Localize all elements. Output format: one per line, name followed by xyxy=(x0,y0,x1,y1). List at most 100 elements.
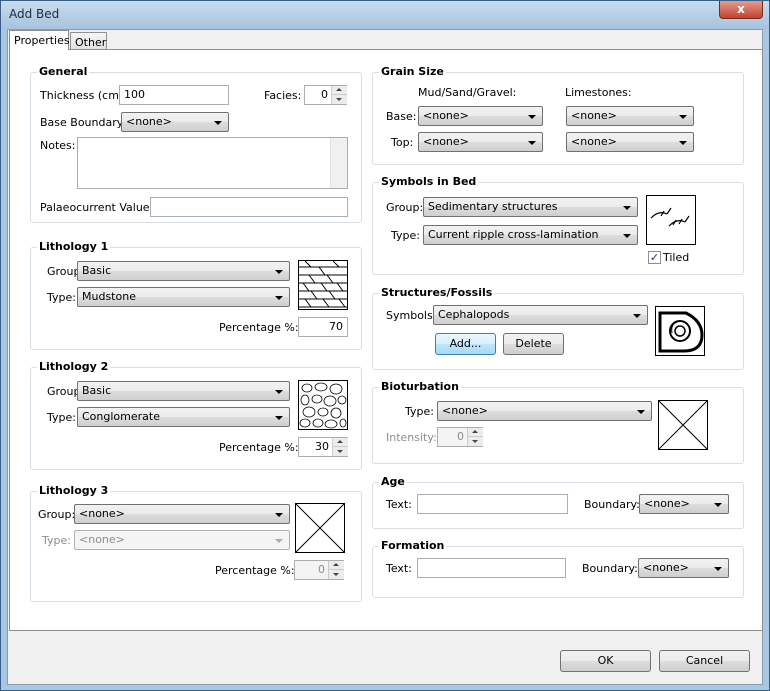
symbols-group-value: Sedimentary structures xyxy=(428,200,558,213)
grain-base-mud-dropdown[interactable]: <none> xyxy=(418,106,543,126)
symbols-group: Symbols in Bed Group: Sedimentary struct… xyxy=(372,175,744,275)
chevron-down-icon xyxy=(528,141,536,145)
lithology2-type-dropdown[interactable]: Conglomerate xyxy=(77,407,290,427)
tab-properties[interactable]: Properties xyxy=(9,30,70,50)
window-title: Add Bed xyxy=(9,7,60,21)
facies-value: 0 xyxy=(321,88,328,101)
lithology1-group: Lithology 1 Group: Basic Type: Mudstone … xyxy=(30,240,362,350)
facies-stepper[interactable]: 0 xyxy=(304,85,347,105)
grain-base-label: Base: xyxy=(386,110,417,123)
chevron-down-icon xyxy=(275,416,283,420)
cancel-button[interactable]: Cancel xyxy=(659,650,750,672)
notes-label: Notes: xyxy=(40,139,76,152)
age-boundary-value: <none> xyxy=(644,497,690,510)
facies-down-icon[interactable] xyxy=(332,95,347,104)
palaeocurrent-input[interactable] xyxy=(150,197,348,217)
lithology1-percentage-label: Percentage %: xyxy=(219,321,299,334)
grain-top-lime-dropdown[interactable]: <none> xyxy=(566,132,694,152)
grain-size-title: Grain Size xyxy=(379,65,446,78)
lithology1-type-value: Mudstone xyxy=(82,290,136,303)
notes-scrollbar[interactable] xyxy=(330,138,347,188)
chevron-down-icon xyxy=(623,234,631,238)
symbols-title: Symbols in Bed xyxy=(379,175,479,188)
lithology1-group-dropdown[interactable]: Basic xyxy=(77,261,290,281)
lithology2-down-icon[interactable] xyxy=(333,447,348,456)
lithology3-group-label: Group: xyxy=(38,508,76,521)
lithology3-percentage-stepper[interactable]: 0 xyxy=(294,560,344,580)
bioturbation-type-dropdown[interactable]: <none> xyxy=(437,401,652,421)
lithology2-group-dropdown[interactable]: Basic xyxy=(77,381,290,401)
limestones-header: Limestones: xyxy=(565,86,632,99)
symbols-type-dropdown[interactable]: Current ripple cross-lamination xyxy=(423,225,638,245)
lithology3-type-label: Type: xyxy=(42,534,71,547)
chevron-down-icon xyxy=(623,206,631,210)
add-structure-button[interactable]: Add... xyxy=(435,333,496,355)
lithology3-group-dropdown[interactable]: <none> xyxy=(74,504,290,524)
base-boundary-dropdown[interactable]: <none> xyxy=(121,112,229,132)
lithology1-percentage-input[interactable]: 70 xyxy=(298,317,348,337)
thickness-label: Thickness (cm): xyxy=(40,89,127,102)
age-text-input[interactable] xyxy=(417,494,568,514)
cephalopod-icon xyxy=(655,306,705,356)
tab-other[interactable]: Other xyxy=(70,32,107,50)
grain-top-label: Top: xyxy=(391,136,414,149)
ok-button[interactable]: OK xyxy=(560,650,651,672)
grain-size-group: Grain Size Mud/Sand/Gravel: Limestones: … xyxy=(372,65,744,165)
title-bar[interactable]: Add Bed x xyxy=(1,1,769,29)
structures-group: Structures/Fossils Symbols: Cephalopods … xyxy=(372,286,744,370)
lithology3-percentage-label: Percentage %: xyxy=(215,564,295,577)
formation-boundary-label: Boundary: xyxy=(582,562,638,575)
lithology1-type-dropdown[interactable]: Mudstone xyxy=(77,287,290,307)
symbols-group-dropdown[interactable]: Sedimentary structures xyxy=(423,197,638,217)
formation-text-input[interactable] xyxy=(417,558,566,578)
structures-symbols-value: Cephalopods xyxy=(438,308,510,321)
palaeocurrent-label: Palaeocurrent Values: xyxy=(40,201,159,214)
conglomerate-pattern-icon xyxy=(298,380,348,430)
lithology2-percentage-stepper[interactable]: 30 xyxy=(298,437,348,457)
bioturbation-type-value: <none> xyxy=(442,404,488,417)
thickness-input[interactable]: 100 xyxy=(119,85,229,105)
grain-base-mud-value: <none> xyxy=(423,109,469,122)
delete-structure-button[interactable]: Delete xyxy=(503,333,564,355)
intensity-down-icon[interactable] xyxy=(468,437,483,446)
lithology3-type-value: <none> xyxy=(79,533,125,546)
grain-base-lime-dropdown[interactable]: <none> xyxy=(566,106,694,126)
age-boundary-dropdown[interactable]: <none> xyxy=(639,494,729,514)
lithology2-group-value: Basic xyxy=(82,384,112,397)
bioturbation-intensity-stepper[interactable]: 0 xyxy=(437,427,483,447)
chevron-down-icon xyxy=(637,410,645,414)
age-title: Age xyxy=(379,475,407,488)
properties-panel: General Thickness (cm): 100 Facies: 0 Ba… xyxy=(9,49,763,631)
chevron-down-icon xyxy=(275,270,283,274)
formation-title: Formation xyxy=(379,539,447,552)
lithology3-type-dropdown[interactable]: <none> xyxy=(74,530,290,550)
lithology3-down-icon[interactable] xyxy=(329,570,344,579)
lithology3-title: Lithology 3 xyxy=(37,484,111,497)
general-title: General xyxy=(37,65,90,78)
notes-textarea[interactable] xyxy=(77,137,348,189)
mudstone-pattern-icon xyxy=(298,260,348,310)
bioturbation-type-label: Type: xyxy=(405,405,434,418)
formation-boundary-dropdown[interactable]: <none> xyxy=(638,558,729,578)
symbols-type-value: Current ripple cross-lamination xyxy=(428,228,599,241)
lithology1-title: Lithology 1 xyxy=(37,240,111,253)
tiled-checkbox[interactable]: ✓ xyxy=(648,251,661,264)
symbols-type-label: Type: xyxy=(391,229,420,242)
facies-up-icon[interactable] xyxy=(332,86,347,95)
close-icon: x xyxy=(737,2,745,16)
grain-top-mud-dropdown[interactable]: <none> xyxy=(418,132,543,152)
chevron-down-icon xyxy=(679,141,687,145)
lithology3-group: Lithology 3 Group: <none> Type: <none> P… xyxy=(30,484,362,602)
grain-top-mud-value: <none> xyxy=(423,135,469,148)
age-group: Age Text: Boundary: <none> xyxy=(372,475,744,529)
mud-sand-gravel-header: Mud/Sand/Gravel: xyxy=(418,86,517,99)
formation-text-label: Text: xyxy=(386,562,412,575)
chevron-down-icon xyxy=(633,314,641,318)
structures-symbols-dropdown[interactable]: Cephalopods xyxy=(433,305,648,325)
intensity-up-icon[interactable] xyxy=(468,428,483,437)
lithology2-up-icon[interactable] xyxy=(333,438,348,447)
close-button[interactable]: x xyxy=(719,1,763,19)
lithology3-up-icon[interactable] xyxy=(329,561,344,570)
chevron-down-icon xyxy=(528,115,536,119)
bioturbation-group: Bioturbation Type: <none> Intensity: 0 xyxy=(372,380,744,464)
